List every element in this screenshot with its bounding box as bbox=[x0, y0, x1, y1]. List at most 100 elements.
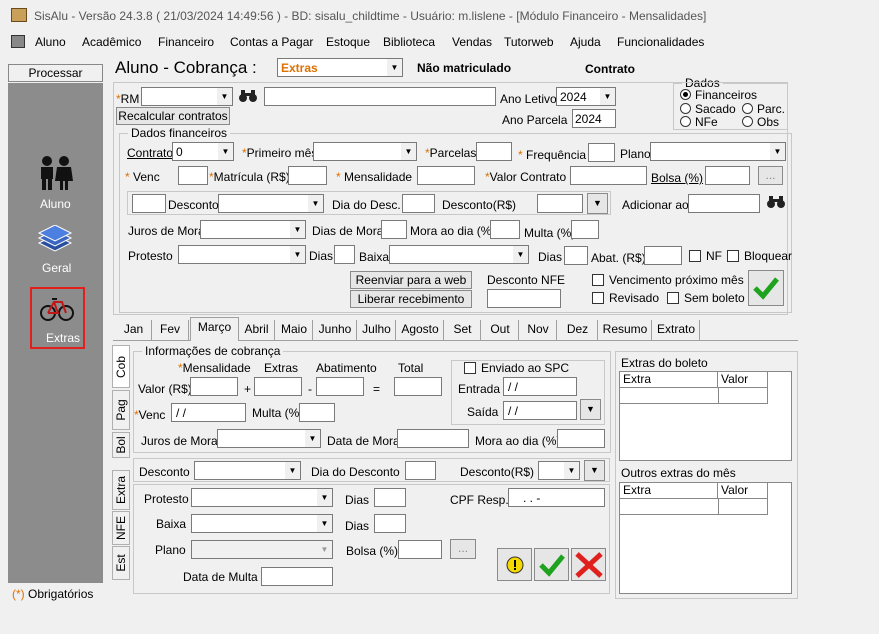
cob-desconto-dropdown-button[interactable]: ▼ bbox=[584, 460, 605, 481]
cob-venc-field[interactable]: / / bbox=[171, 403, 246, 422]
bolsa-ellipsis-button[interactable]: ... bbox=[758, 166, 783, 185]
desconto-dropdown-button[interactable]: ▼ bbox=[587, 193, 608, 214]
binoculars-icon[interactable] bbox=[767, 195, 785, 209]
vtab-est[interactable]: Est bbox=[112, 546, 130, 580]
sidebar-item-aluno[interactable]: Aluno bbox=[30, 153, 80, 213]
desconto-rs-field[interactable] bbox=[537, 194, 583, 213]
contrato-select[interactable]: 0 ▼ bbox=[172, 142, 234, 161]
parcelas-field[interactable] bbox=[476, 142, 512, 161]
tab-junho[interactable]: Junho bbox=[314, 320, 357, 340]
menu-contas-pagar[interactable]: Contas a Pagar bbox=[230, 35, 313, 49]
sidebar-item-geral[interactable]: Geral bbox=[30, 223, 80, 278]
abat-field[interactable] bbox=[644, 246, 682, 265]
outros-extras-table[interactable]: Extra Valor bbox=[619, 482, 792, 594]
menu-vendas[interactable]: Vendas bbox=[452, 35, 492, 49]
tab-abril[interactable]: Abril bbox=[239, 320, 275, 340]
vtab-cob[interactable]: Cob bbox=[112, 345, 130, 388]
baixa-select[interactable]: ▼ bbox=[389, 245, 529, 264]
cob-protesto-select[interactable]: ▼ bbox=[191, 488, 333, 507]
vtab-extra[interactable]: Extra bbox=[112, 470, 130, 510]
tab-extrato[interactable]: Extrato bbox=[653, 320, 700, 340]
saida-field[interactable]: / / bbox=[503, 401, 577, 420]
nf-checkbox[interactable] bbox=[689, 250, 701, 262]
cob-plano-select[interactable]: ▼ bbox=[191, 540, 333, 559]
cob-dia-desconto-field[interactable] bbox=[405, 461, 436, 480]
plano-select[interactable]: ▼ bbox=[650, 142, 786, 161]
tab-marco[interactable]: Março bbox=[190, 317, 239, 341]
frequencia-field[interactable] bbox=[588, 143, 615, 162]
bolsa-field[interactable] bbox=[705, 166, 750, 185]
matricula-field[interactable] bbox=[288, 166, 327, 185]
valor-contrato-field[interactable] bbox=[570, 166, 647, 185]
spc-checkbox[interactable] bbox=[464, 362, 476, 374]
venc-proximo-checkbox[interactable] bbox=[592, 274, 604, 286]
binoculars-icon[interactable] bbox=[239, 89, 257, 103]
rm-select[interactable]: ▼ bbox=[141, 87, 233, 106]
sidebar-item-extras[interactable]: Extras bbox=[30, 287, 85, 349]
tab-fev[interactable]: Fev bbox=[152, 320, 189, 340]
menu-tutorweb[interactable]: Tutorweb bbox=[504, 35, 554, 49]
protesto-dias-field[interactable] bbox=[334, 245, 355, 264]
adicionar-field[interactable] bbox=[688, 194, 760, 213]
menu-financeiro[interactable]: Financeiro bbox=[158, 35, 214, 49]
cob-desconto-select[interactable]: ▼ bbox=[194, 461, 301, 480]
ano-letivo-select[interactable]: 2024 ▼ bbox=[556, 87, 616, 106]
cpf-resp-field[interactable]: . . - bbox=[508, 488, 605, 507]
cob-bolsa-ellipsis-button[interactable]: ... bbox=[450, 539, 476, 559]
tab-dez[interactable]: Dez bbox=[558, 320, 598, 340]
liberar-recebimento-button[interactable]: Liberar recebimento bbox=[350, 290, 472, 308]
tab-set[interactable]: Set bbox=[445, 320, 481, 340]
cob-total-field[interactable] bbox=[394, 377, 442, 396]
sem-boleto-checkbox[interactable] bbox=[667, 292, 679, 304]
bloquear-checkbox[interactable] bbox=[727, 250, 739, 262]
tab-out[interactable]: Out bbox=[482, 320, 519, 340]
desconto-small-field[interactable] bbox=[132, 194, 166, 213]
extras-boleto-row[interactable] bbox=[620, 388, 768, 404]
ano-parcela-field[interactable]: 2024 bbox=[572, 109, 616, 128]
venc-field[interactable] bbox=[178, 166, 208, 185]
revisado-checkbox[interactable] bbox=[592, 292, 604, 304]
vtab-bol[interactable]: Bol bbox=[112, 432, 130, 458]
menu-academico[interactable]: Acadêmico bbox=[82, 35, 141, 49]
juros-mora-select[interactable]: ▼ bbox=[200, 220, 306, 239]
tab-agosto[interactable]: Agosto bbox=[397, 320, 444, 340]
desconto-nfe-field[interactable] bbox=[487, 289, 561, 308]
vtab-pag[interactable]: Pag bbox=[112, 390, 130, 430]
mensalidade-field[interactable] bbox=[417, 166, 475, 185]
vtab-nfe[interactable]: NFE bbox=[112, 511, 130, 545]
cob-baixa-dias-field[interactable] bbox=[374, 514, 406, 533]
cob-mensalidade-field[interactable] bbox=[190, 377, 238, 396]
menu-estoque[interactable]: Estoque bbox=[326, 35, 370, 49]
cob-bolsa-field[interactable] bbox=[398, 540, 442, 559]
cob-desconto-rs-select[interactable]: ▼ bbox=[538, 461, 580, 480]
confirm-button[interactable] bbox=[534, 548, 569, 581]
confirm-financeiro-button[interactable] bbox=[748, 270, 784, 306]
mora-dia-field[interactable] bbox=[490, 220, 520, 239]
menu-ajuda[interactable]: Ajuda bbox=[570, 35, 601, 49]
protesto-select[interactable]: ▼ bbox=[178, 245, 306, 264]
cob-juros-select[interactable]: ▼ bbox=[217, 429, 321, 448]
baixa-dias-field[interactable] bbox=[564, 246, 588, 265]
cob-baixa-select[interactable]: ▼ bbox=[191, 514, 333, 533]
cob-extras-field[interactable] bbox=[254, 377, 302, 396]
dia-desc-field[interactable] bbox=[402, 194, 435, 213]
cob-multa-field[interactable] bbox=[299, 403, 335, 422]
cob-mora-dia-field[interactable] bbox=[557, 429, 605, 448]
cob-data-mora-field[interactable] bbox=[397, 429, 469, 448]
tab-maio[interactable]: Maio bbox=[276, 320, 313, 340]
menu-app-icon[interactable] bbox=[11, 35, 25, 48]
entrada-field[interactable]: / / bbox=[503, 377, 577, 396]
tab-nov[interactable]: Nov bbox=[520, 320, 557, 340]
rm-name-field[interactable] bbox=[264, 87, 496, 106]
cancel-button[interactable] bbox=[571, 548, 606, 581]
primeiro-mes-select[interactable]: ▼ bbox=[313, 142, 417, 161]
desconto-select[interactable]: ▼ bbox=[218, 194, 324, 213]
tab-julho[interactable]: Julho bbox=[358, 320, 396, 340]
reenviar-web-button[interactable]: Reenviar para a web bbox=[350, 271, 472, 289]
outros-extras-row[interactable] bbox=[620, 499, 768, 515]
contrato-label[interactable]: Contrato bbox=[127, 146, 173, 160]
data-multa-field[interactable] bbox=[261, 567, 333, 586]
cobranca-type-select[interactable]: Extras ▼ bbox=[277, 58, 403, 77]
cob-abatimento-field[interactable] bbox=[316, 377, 364, 396]
tab-resumo[interactable]: Resumo bbox=[599, 320, 652, 340]
